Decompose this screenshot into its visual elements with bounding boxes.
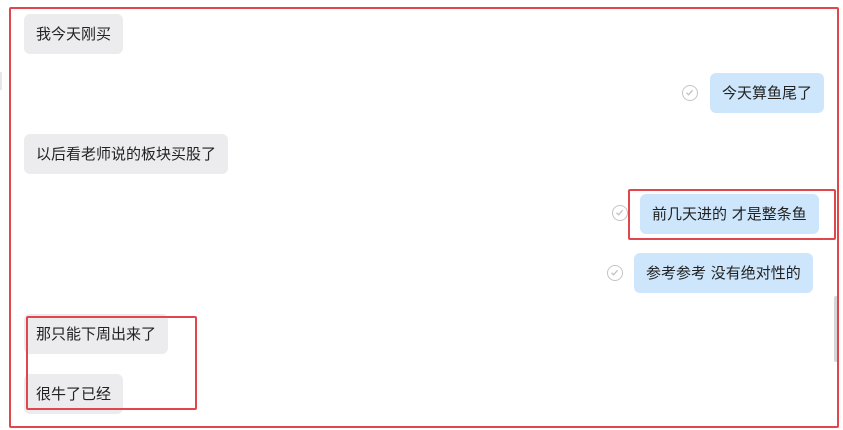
chat-window: 我今天刚买 今天算鱼尾了 以后看老师说的板块买股了 前几天进的 才是整条鱼 参考… (0, 0, 843, 430)
left-edge-marker (0, 72, 2, 90)
outer-highlight-frame (9, 7, 839, 428)
